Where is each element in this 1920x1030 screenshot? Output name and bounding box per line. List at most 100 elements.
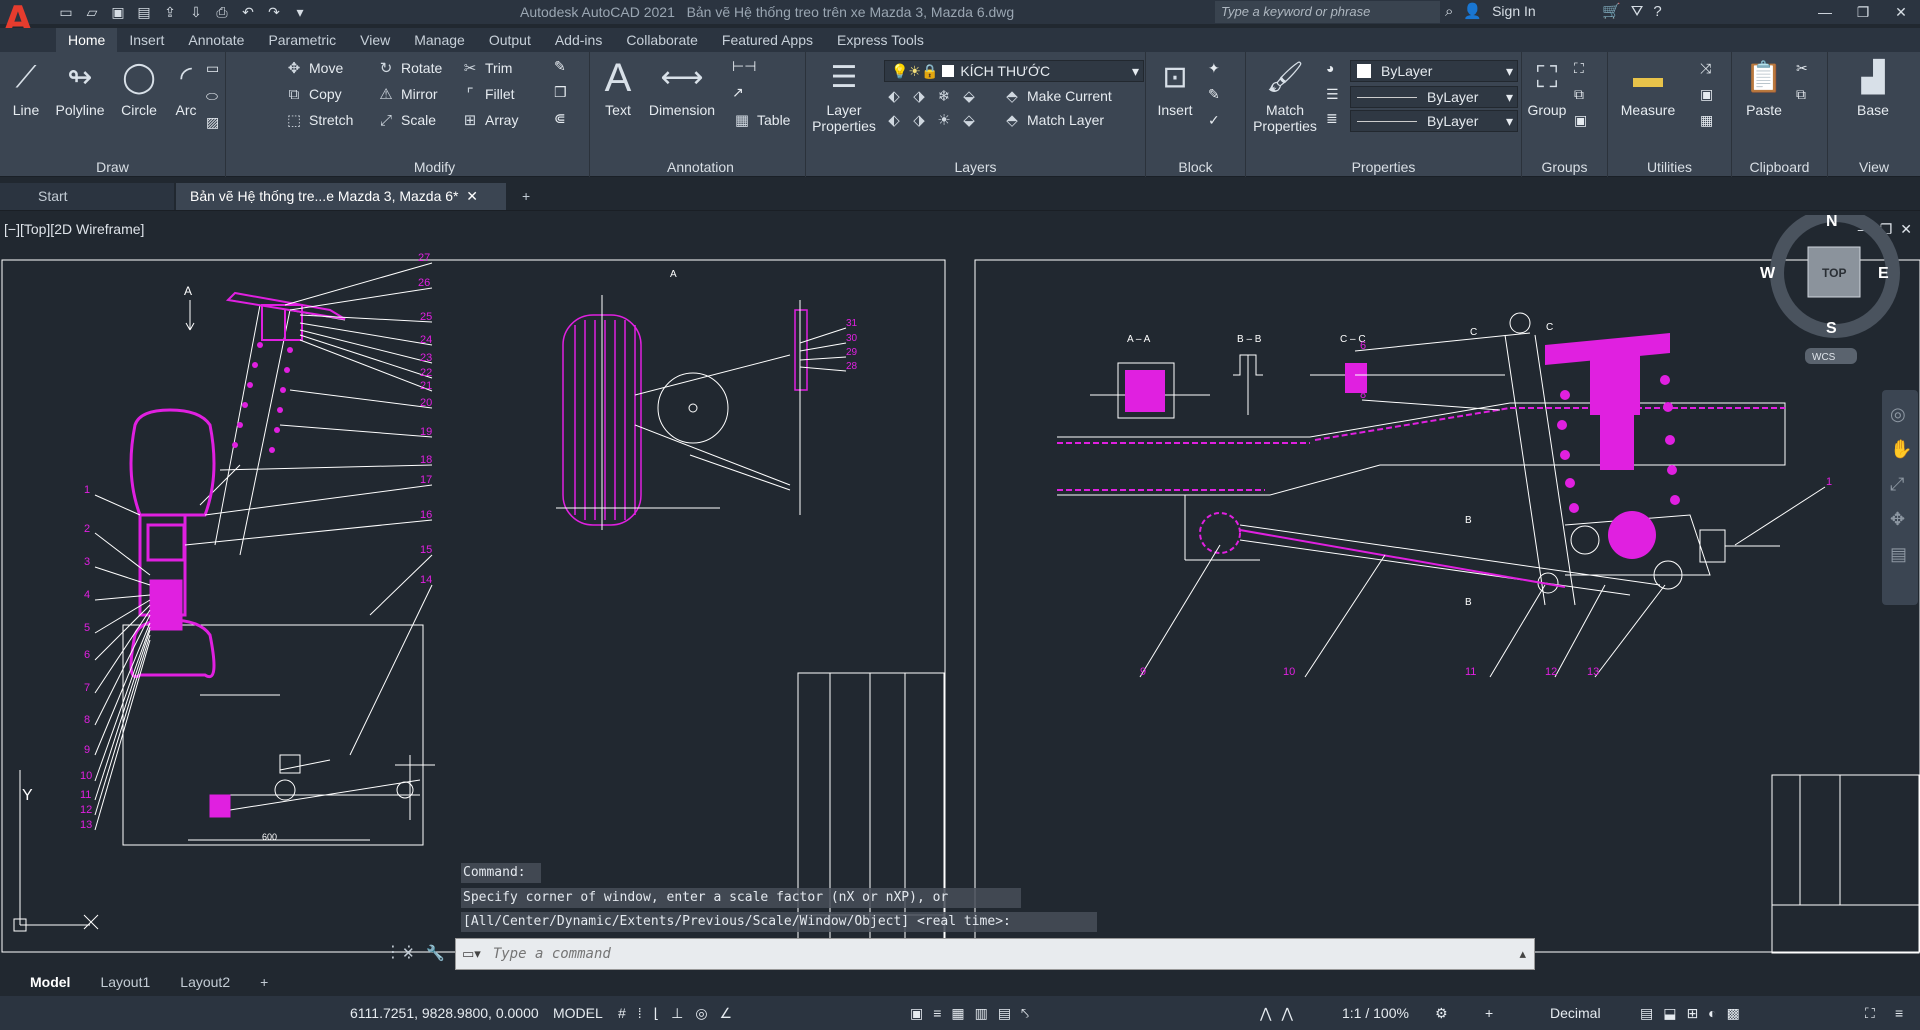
polyline-button[interactable]: ↬ Polyline xyxy=(50,58,110,119)
select-all-icon[interactable]: ▣ xyxy=(1700,86,1713,103)
layer-tools-row1[interactable]: ⬖ ⬗ ❄ ⬙ xyxy=(884,86,979,106)
restore-icon[interactable]: ❐ xyxy=(1844,0,1882,24)
utilities-panel-title[interactable]: Utilities xyxy=(1608,159,1731,175)
array-button[interactable]: ⊞ Array xyxy=(460,110,519,130)
copy-clip-icon[interactable]: ⧉ xyxy=(1796,86,1806,103)
command-customize-icon[interactable]: 🔧 xyxy=(426,944,445,962)
arc-button[interactable]: ◜ Arc xyxy=(168,58,204,119)
id-point-icon[interactable]: ⤨ xyxy=(1700,60,1711,77)
make-current-button[interactable]: ⬘ Make Current xyxy=(1002,86,1112,106)
group-edit-icon[interactable]: ⧉ xyxy=(1574,86,1584,103)
viewcube[interactable]: TOP N S E W WCS xyxy=(1760,215,1900,364)
annotation-panel-title[interactable]: Annotation xyxy=(596,159,805,175)
mirror-button[interactable]: ⚠ Mirror xyxy=(376,84,437,104)
match-properties-button[interactable]: 🖌 Match Properties xyxy=(1248,58,1322,135)
explode-icon[interactable]: ❒ xyxy=(554,84,567,101)
groups-panel-title[interactable]: Groups xyxy=(1522,159,1607,175)
scale-button[interactable]: ⤢ Scale xyxy=(376,110,436,130)
measure-button[interactable]: ▬ Measure xyxy=(1616,58,1680,119)
a360-icon[interactable]: ⛛ xyxy=(1631,3,1644,20)
color-dropdown[interactable]: ByLayer ▾ xyxy=(1350,60,1518,82)
rectangle-icon[interactable]: ▭ xyxy=(206,60,219,77)
block-panel-title[interactable]: Block xyxy=(1146,159,1245,175)
new-layout-icon[interactable]: + xyxy=(246,971,282,993)
tab-featured-apps[interactable]: Featured Apps xyxy=(710,28,825,52)
text-button[interactable]: A Text xyxy=(598,58,638,118)
erase-icon[interactable]: ✎ xyxy=(554,58,566,75)
customize-status-icon[interactable]: ≡ xyxy=(1895,1005,1903,1021)
stretch-button[interactable]: ⬚ Stretch xyxy=(284,110,353,130)
snap-toggles[interactable]: ▣≡▦▥▤⤣ xyxy=(910,1005,1039,1022)
clipboard-panel-title[interactable]: Clipboard xyxy=(1732,159,1827,175)
command-close-icon[interactable]: ✕ xyxy=(402,944,415,962)
minimize-icon[interactable]: — xyxy=(1806,0,1844,24)
qat-dropdown-icon[interactable]: ▾ xyxy=(290,2,310,22)
tab-parametric[interactable]: Parametric xyxy=(256,28,348,52)
save-icon[interactable]: ▣ xyxy=(108,2,128,22)
modify-panel-title[interactable]: Modify xyxy=(280,159,589,175)
layers-panel-title[interactable]: Layers xyxy=(806,159,1145,175)
plot-icon[interactable]: ⎙ xyxy=(212,2,232,22)
redo-icon[interactable]: ↷ xyxy=(264,2,284,22)
circle-button[interactable]: ◯ Circle xyxy=(114,58,164,119)
fullscreen-icon[interactable]: ⛶ xyxy=(1865,1005,1875,1022)
hatch-icon[interactable]: ▨ xyxy=(206,114,219,131)
attribute-icon[interactable]: ✓ xyxy=(1208,112,1220,129)
tab-view[interactable]: View xyxy=(348,28,402,52)
tab-insert[interactable]: Insert xyxy=(117,28,176,52)
undo-icon[interactable]: ↶ xyxy=(238,2,258,22)
open-icon[interactable]: ▱ xyxy=(82,2,102,22)
user-icon[interactable]: 👤 xyxy=(1463,2,1482,20)
search-input[interactable]: Type a keyword or phrase xyxy=(1215,1,1440,23)
units-dropdown[interactable]: Decimal xyxy=(1550,1005,1601,1021)
group-button[interactable]: ⛶ Group xyxy=(1524,58,1570,119)
offset-icon[interactable]: ⋐ xyxy=(554,110,566,127)
properties-panel-title[interactable]: Properties xyxy=(1246,159,1521,175)
tab-express-tools[interactable]: Express Tools xyxy=(825,28,936,52)
close-icon[interactable]: ✕ xyxy=(1882,0,1920,24)
drawing-canvas[interactable]: 12345678910111213 2726252423222120191817… xyxy=(0,215,1920,970)
sign-in-button[interactable]: Sign In xyxy=(1492,3,1592,19)
color-wheel-icon[interactable]: ◕ xyxy=(1326,60,1334,76)
model-space-button[interactable]: MODEL xyxy=(553,1005,603,1021)
paste-button[interactable]: 📋 Paste xyxy=(1740,58,1788,119)
dimension-button[interactable]: ⟷ Dimension xyxy=(642,58,722,119)
layout1-tab[interactable]: Layout1 xyxy=(86,971,164,993)
workspace-gear-icon[interactable]: ⚙ xyxy=(1435,1005,1448,1022)
annotation-toggles[interactable]: ⋀⋀ xyxy=(1260,1005,1303,1022)
search-icon[interactable]: ⌕ xyxy=(1445,3,1453,20)
cut-icon[interactable]: ✂ xyxy=(1796,60,1808,77)
save-web-icon[interactable]: ⇩ xyxy=(186,2,206,22)
layout2-tab[interactable]: Layout2 xyxy=(166,971,244,993)
navigation-bar[interactable]: ◎ ✋ ⤢ ✥ ▤ xyxy=(1882,390,1918,605)
move-button[interactable]: ✥ Move xyxy=(284,58,344,78)
active-document-tab[interactable]: Bản vẽ Hệ thống tre...e Mazda 3, Mazda 6… xyxy=(176,183,506,210)
model-viewport[interactable]: [−][Top][2D Wireframe] — ❐ ✕ 1 2 3 4 5 6… xyxy=(0,215,1920,970)
command-history-toggle-icon[interactable]: ▴ xyxy=(1511,946,1534,962)
layer-tools-row2[interactable]: ⬖ ⬗ ☀ ⬙ xyxy=(884,110,979,130)
group-select-icon[interactable]: ▣ xyxy=(1574,112,1587,129)
tab-manage[interactable]: Manage xyxy=(402,28,477,52)
match-layer-button[interactable]: ⬘ Match Layer xyxy=(1002,110,1104,130)
fillet-button[interactable]: ⌜ Fillet xyxy=(460,84,514,104)
view-panel-title[interactable]: View xyxy=(1828,159,1920,175)
drafting-toggles[interactable]: #⁞⌊⊥◎∠ xyxy=(618,1005,744,1022)
linear-dim-icon[interactable]: ⊢⊣ xyxy=(732,58,756,75)
layer-dropdown[interactable]: 💡☀🔒 KÍCH THƯỚC ▾ xyxy=(884,60,1144,82)
create-block-icon[interactable]: ✦ xyxy=(1208,60,1220,77)
add-icon[interactable]: + xyxy=(1485,1005,1493,1021)
command-prompt-icon[interactable]: ▭▾ xyxy=(456,946,487,962)
draw-panel-title[interactable]: Draw xyxy=(0,159,225,175)
cart-icon[interactable]: 🛒 xyxy=(1602,2,1621,20)
base-button[interactable]: ▟ Base xyxy=(1848,58,1898,119)
save-as-icon[interactable]: ▤ xyxy=(134,2,154,22)
insert-button[interactable]: ⊡ Insert xyxy=(1150,58,1200,119)
tab-add-ins[interactable]: Add-ins xyxy=(543,28,614,52)
copy-button[interactable]: ⧉ Copy xyxy=(284,84,342,104)
table-button[interactable]: ▦ Table xyxy=(732,110,791,130)
tab-collaborate[interactable]: Collaborate xyxy=(614,28,710,52)
calculator-icon[interactable]: ▦ xyxy=(1700,112,1713,129)
linetype-dropdown[interactable]: ByLayer ▾ xyxy=(1350,86,1518,108)
close-tab-icon[interactable]: ✕ xyxy=(466,188,478,204)
new-tab-icon[interactable]: + xyxy=(508,183,544,210)
